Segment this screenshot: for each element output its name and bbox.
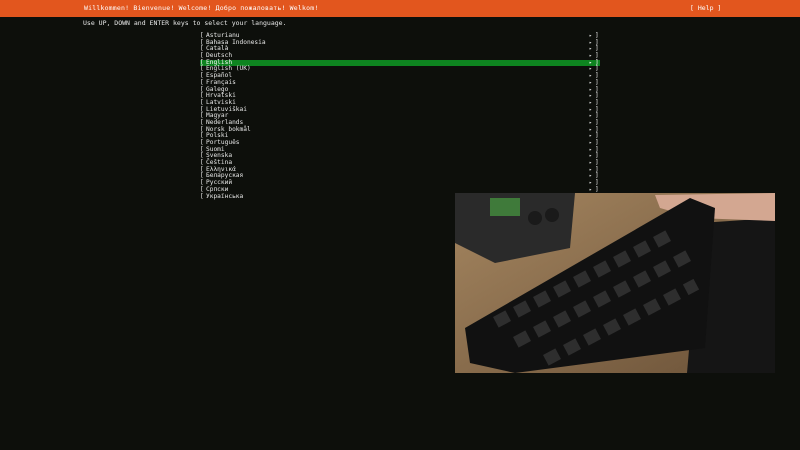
arrow-right-icon: ▸	[589, 140, 593, 146]
arrow-right-icon: ▸	[589, 93, 593, 100]
keyboard-photo	[455, 193, 775, 373]
language-item[interactable]: [Nederlands ▸]	[200, 119, 600, 127]
arrow-right-icon: ▸	[589, 119, 593, 126]
instructions-text: Use UP, DOWN and ENTER keys to select yo…	[83, 19, 287, 27]
arrow-right-icon: ▸	[589, 39, 593, 46]
header-bar: Willkommen! Bienvenue! Welcome! Добро по…	[0, 0, 800, 17]
arrow-right-icon: ▸	[589, 180, 593, 187]
arrow-right-icon: ▸	[589, 113, 593, 120]
language-item[interactable]: [Latviski ▸]	[200, 99, 600, 107]
language-item[interactable]: [Lietuviškai ▸]	[200, 106, 600, 114]
language-item[interactable]: [Bahasa Indonesia ▸]	[200, 39, 600, 47]
language-item[interactable]: [Suomi ▸]	[200, 146, 600, 154]
language-item[interactable]: [English ▸]	[200, 59, 600, 67]
arrow-right-icon: ▸	[589, 133, 593, 140]
language-item[interactable]: [Português ▸]	[200, 139, 600, 147]
language-item[interactable]: [Čeština ▸]	[200, 159, 600, 167]
language-item[interactable]: [Ελληνικά ▸]	[200, 166, 600, 174]
language-item[interactable]: [Magyar ▸]	[200, 113, 600, 120]
arrow-right-icon: ▸	[589, 106, 593, 113]
arrow-right-icon: ▸	[589, 73, 593, 80]
language-item[interactable]: [Hrvatski ▸]	[200, 92, 600, 100]
arrow-right-icon: ▸	[589, 66, 593, 73]
language-list: [Asturianu ▸][Bahasa Indonesia ▸][Català ▸]…	[200, 32, 600, 200]
language-item[interactable]: [Беларуская ▸]	[200, 173, 600, 180]
arrow-right-icon: ▸	[589, 173, 593, 180]
help-button[interactable]: [ Help ]	[690, 4, 721, 12]
language-item[interactable]: [Galego ▸]	[200, 86, 600, 94]
arrow-right-icon: ▸	[589, 146, 593, 153]
arrow-right-icon: ▸	[589, 126, 593, 133]
arrow-right-icon: ▸	[589, 160, 593, 167]
arrow-right-icon: ▸	[589, 33, 593, 39]
language-item[interactable]: [Norsk bokmål ▸]	[200, 126, 600, 134]
arrow-right-icon: ▸	[589, 59, 593, 66]
arrow-right-icon: ▸	[589, 79, 593, 86]
language-item[interactable]: [Polski ▸]	[200, 133, 600, 140]
arrow-right-icon: ▸	[589, 86, 593, 93]
camera-overlay	[455, 193, 775, 373]
arrow-right-icon: ▸	[589, 99, 593, 106]
language-item[interactable]: [Svenska ▸]	[200, 153, 600, 160]
arrow-right-icon: ▸	[589, 46, 593, 53]
language-label: Українська	[206, 192, 244, 200]
language-item[interactable]: [Deutsch ▸]	[200, 52, 600, 60]
language-item[interactable]: [Català ▸]	[200, 46, 600, 53]
arrow-right-icon: ▸	[589, 53, 593, 60]
arrow-right-icon: ▸	[589, 153, 593, 160]
language-item[interactable]: [English (UK) ▸]	[200, 66, 600, 73]
arrow-right-icon: ▸	[589, 166, 593, 173]
language-item[interactable]: [Русский ▸]	[200, 179, 600, 187]
language-item[interactable]: [Français ▸]	[200, 79, 600, 87]
bracket-left: [	[200, 192, 204, 200]
page-title: Willkommen! Bienvenue! Welcome! Добро по…	[84, 4, 319, 12]
language-item[interactable]: [Español ▸]	[200, 72, 600, 80]
